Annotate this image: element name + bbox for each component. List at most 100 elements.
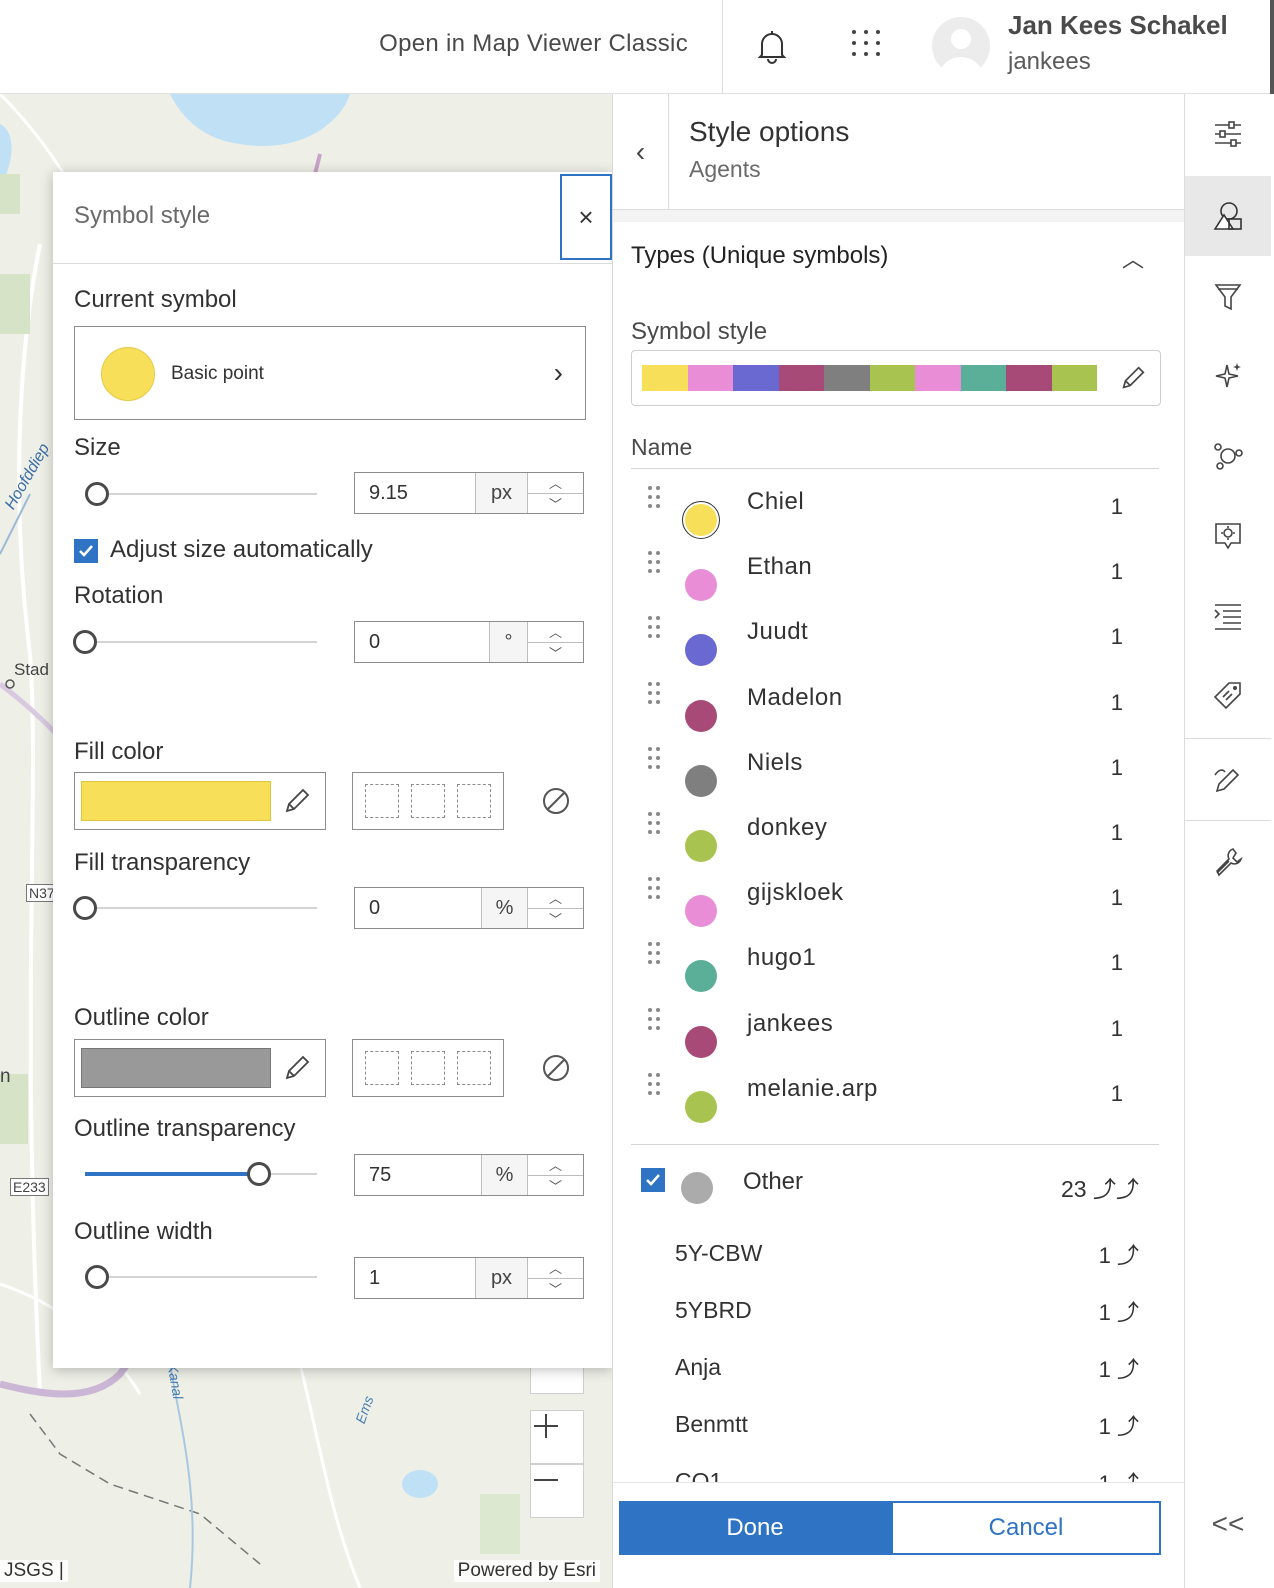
app-launcher-icon[interactable] (846, 26, 886, 66)
other-value-count[interactable]: 1 ⤴ (1099, 1352, 1139, 1384)
fill-transparency-slider[interactable] (73, 896, 317, 920)
recent-outline-colors[interactable] (352, 1039, 504, 1097)
chevron-up-icon[interactable]: ︿ (528, 622, 583, 642)
other-value-row[interactable]: Anja 1 ⤴ (631, 1342, 1159, 1398)
rotation-value[interactable]: 0 (355, 622, 489, 662)
move-up-icon[interactable]: ⤴ (1117, 1471, 1139, 1482)
tools-button[interactable] (1185, 822, 1271, 902)
other-value-row[interactable]: 5Y-CBW 1 ⤴ (631, 1228, 1159, 1284)
properties-button[interactable] (1185, 94, 1271, 174)
chevron-down-icon[interactable]: ﹀ (528, 641, 583, 663)
outline-width-stepper[interactable]: ︿ ﹀ (527, 1258, 583, 1298)
outline-transparency-input[interactable]: 75 % ︿ ﹀ (354, 1154, 584, 1196)
current-symbol-picker[interactable]: Basic point › (74, 326, 586, 420)
other-value-row[interactable]: 5YBRD 1 ⤴ (631, 1285, 1159, 1341)
configure-popups-button[interactable] (1185, 496, 1271, 576)
fields-button[interactable] (1185, 576, 1271, 656)
other-value-count[interactable]: 1 ⤴ (1099, 1409, 1139, 1441)
outline-transparency-value[interactable]: 75 (355, 1155, 481, 1195)
adjust-size-label[interactable]: Adjust size automatically (110, 536, 373, 564)
done-button[interactable]: Done (619, 1501, 891, 1555)
sketch-icon (1214, 768, 1240, 793)
outline-color-picker[interactable] (74, 1039, 326, 1097)
outline-width-slider[interactable] (85, 1265, 317, 1289)
other-value-count[interactable]: 1 ⤴ (1099, 1295, 1139, 1327)
empty-color-slot[interactable] (411, 1051, 445, 1085)
size-slider[interactable] (85, 482, 317, 506)
fill-color-picker[interactable] (74, 772, 326, 830)
size-value[interactable]: 9.15 (355, 473, 475, 513)
empty-color-slot[interactable] (457, 1051, 491, 1085)
recent-fill-colors[interactable] (352, 772, 504, 830)
outline-width-value[interactable]: 1 (355, 1258, 475, 1298)
fill-transparency-handle[interactable] (73, 896, 97, 920)
other-value-row[interactable]: CO1 1 ⤴ (631, 1456, 1159, 1482)
styles-icon (1213, 202, 1242, 230)
size-slider-handle[interactable] (85, 482, 109, 506)
chevron-up-icon[interactable]: ︿ (528, 888, 583, 908)
open-map-viewer-classic-link[interactable]: Open in Map Viewer Classic (379, 30, 688, 58)
chevron-down-icon[interactable]: ﹀ (528, 1277, 583, 1299)
fill-transparency-input[interactable]: 0 % ︿ ﹀ (354, 887, 584, 929)
chevron-down-icon[interactable]: ﹀ (528, 492, 583, 514)
user-full-name[interactable]: Jan Kees Schakel (1008, 10, 1228, 41)
fill-color-label: Fill color (74, 738, 164, 765)
fields-icon (1214, 604, 1241, 630)
rotation-input[interactable]: 0 ° ︿ ﹀ (354, 621, 584, 663)
zoom-out-button[interactable] (530, 1464, 584, 1518)
collapse-toolbar-button[interactable]: << (1185, 1494, 1271, 1554)
other-value-row[interactable]: Benmtt 1 ⤴ (631, 1399, 1159, 1455)
other-value-name: 5YBRD (675, 1297, 752, 1323)
fill-transparency-value[interactable]: 0 (355, 888, 481, 928)
outline-width-handle[interactable] (85, 1265, 109, 1289)
close-button[interactable]: × (560, 174, 612, 260)
fill-transparency-stepper[interactable]: ︿ ﹀ (527, 888, 583, 928)
other-value-count[interactable]: 1 ⤴ (1099, 1466, 1139, 1482)
clustering-button[interactable] (1185, 416, 1271, 496)
minus-icon (534, 1479, 558, 1481)
map-attribution: JSGS | (0, 1560, 68, 1582)
chevron-up-icon[interactable]: ︿ (528, 1155, 583, 1175)
chevron-down-icon[interactable]: ﹀ (528, 907, 583, 929)
checkmark-icon (79, 545, 93, 557)
fill-color-swatch[interactable] (81, 781, 271, 821)
move-up-icon[interactable]: ⤴ (1117, 1414, 1139, 1439)
zoom-in-button[interactable] (530, 1410, 584, 1464)
chevron-up-icon[interactable]: ︿ (528, 473, 583, 493)
pencil-icon[interactable] (281, 1052, 313, 1084)
chevron-down-icon[interactable]: ﹀ (528, 1174, 583, 1196)
effects-button[interactable] (1185, 336, 1271, 416)
pencil-icon[interactable] (281, 785, 313, 817)
size-input[interactable]: 9.15 px ︿ ﹀ (354, 472, 584, 514)
empty-color-slot[interactable] (365, 784, 399, 818)
styles-button[interactable] (1185, 176, 1271, 256)
outline-color-swatch[interactable] (81, 1048, 271, 1088)
outline-transparency-handle[interactable] (247, 1162, 271, 1186)
no-color-icon[interactable] (541, 786, 571, 816)
empty-color-slot[interactable] (365, 1051, 399, 1085)
outline-width-input[interactable]: 1 px ︿ ﹀ (354, 1257, 584, 1299)
bell-icon[interactable] (752, 26, 792, 66)
cancel-button[interactable]: Cancel (891, 1501, 1161, 1555)
filter-button[interactable] (1185, 256, 1271, 336)
avatar[interactable] (932, 17, 990, 75)
outline-transparency-slider[interactable] (85, 1162, 317, 1186)
empty-color-slot[interactable] (411, 784, 445, 818)
powered-by-esri[interactable]: Powered by Esri (453, 1560, 600, 1582)
rotation-slider[interactable] (73, 630, 317, 654)
rotation-slider-handle[interactable] (73, 630, 97, 654)
other-value-count[interactable]: 1 ⤴ (1099, 1238, 1139, 1270)
move-up-icon[interactable]: ⤴ (1117, 1243, 1139, 1268)
no-color-icon[interactable] (541, 1053, 571, 1083)
chevron-up-icon[interactable]: ︿ (528, 1258, 583, 1278)
rotation-stepper[interactable]: ︿ ﹀ (527, 622, 583, 662)
outline-transparency-stepper[interactable]: ︿ ﹀ (527, 1155, 583, 1195)
empty-color-slot[interactable] (457, 784, 491, 818)
size-stepper[interactable]: ︿ ﹀ (527, 473, 583, 513)
sketch-button[interactable] (1185, 740, 1271, 820)
adjust-size-checkbox[interactable] (74, 539, 98, 563)
outline-width-unit: px (475, 1258, 527, 1298)
move-up-icon[interactable]: ⤴ (1117, 1357, 1139, 1382)
move-up-icon[interactable]: ⤴ (1117, 1300, 1139, 1325)
labels-button[interactable] (1185, 656, 1271, 736)
